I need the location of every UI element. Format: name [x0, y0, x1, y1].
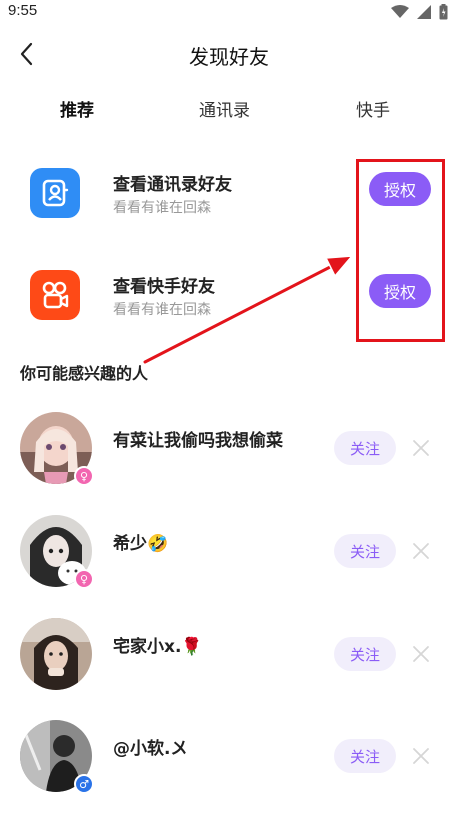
tab-recommend[interactable]: 推荐	[60, 96, 94, 122]
follow-button[interactable]: 关注	[334, 534, 396, 568]
suggestion-name: 希少🤣	[113, 534, 169, 554]
wifi-icon	[391, 5, 409, 18]
status-time: 9:55	[8, 2, 38, 19]
tab-contacts[interactable]: 通讯录	[199, 96, 250, 121]
suggestion-name: 宅家小x.🌹	[113, 637, 203, 657]
contacts-auth-title: 查看通讯录好友	[113, 175, 232, 195]
header: 发现好友	[0, 30, 458, 78]
suggestion-row[interactable]: ♀ 有菜让我偷吗我想偷菜 关注	[0, 412, 458, 492]
male-icon: ♂	[74, 774, 94, 794]
dismiss-button[interactable]	[410, 540, 432, 562]
follow-button[interactable]: 关注	[334, 431, 396, 465]
close-icon	[413, 748, 429, 764]
follow-button[interactable]: 关注	[334, 637, 396, 671]
suggestion-name: @小软.〤	[113, 739, 188, 759]
signal-icon	[417, 5, 431, 19]
tab-bar: 推荐 通讯录 快手	[0, 96, 458, 126]
avatar[interactable]	[20, 618, 92, 690]
dismiss-button[interactable]	[410, 745, 432, 767]
kuaishou-auth-title: 查看快手好友	[113, 277, 215, 297]
close-icon	[413, 646, 429, 662]
status-bar: 9:55	[0, 0, 458, 24]
female-icon: ♀	[74, 466, 94, 486]
contacts-auth-subtitle: 看看有谁在回森	[113, 200, 211, 216]
contacts-icon	[30, 168, 80, 218]
annotation-highlight-box	[356, 159, 445, 342]
female-icon: ♀	[74, 569, 94, 589]
dismiss-button[interactable]	[410, 643, 432, 665]
kuaishou-icon	[30, 270, 80, 320]
suggestion-name: 有菜让我偷吗我想偷菜	[113, 431, 283, 451]
page-title: 发现好友	[189, 45, 269, 69]
kuaishou-auth-subtitle: 看看有谁在回森	[113, 302, 211, 318]
suggestion-row[interactable]: 宅家小x.🌹 关注	[0, 618, 458, 698]
battery-icon	[439, 4, 448, 20]
suggestion-row[interactable]: ♀ 希少🤣 关注	[0, 515, 458, 595]
suggestion-row[interactable]: ♂ @小软.〤 关注	[0, 720, 458, 800]
follow-button[interactable]: 关注	[334, 739, 396, 773]
tab-recommend-label: 推荐	[60, 101, 94, 121]
dismiss-button[interactable]	[410, 437, 432, 459]
section-title: 你可能感兴趣的人	[20, 364, 149, 383]
close-icon	[413, 543, 429, 559]
status-icons	[391, 4, 448, 20]
tab-kuaishou[interactable]: 快手	[356, 96, 390, 121]
close-icon	[413, 440, 429, 456]
